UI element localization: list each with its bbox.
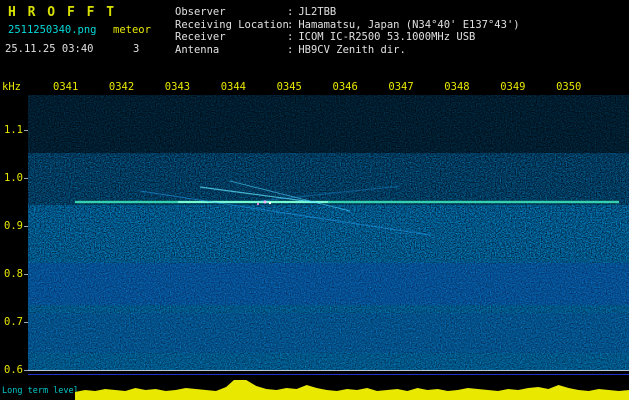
- time-tick-label: 0349: [500, 81, 526, 93]
- time-tick-label: 0348: [444, 81, 470, 93]
- info-value: Hamamatsu, Japan (N34°40' E137°43'): [298, 18, 520, 31]
- signal-level-shape: [75, 380, 629, 400]
- info-label: Antenna: [175, 43, 220, 56]
- time-tick-label: 0341: [53, 81, 79, 93]
- hrofft-window: H R O F F T 2511250340.png meteor 25.11.…: [0, 0, 629, 400]
- freq-tick-label: 0.8: [4, 268, 29, 280]
- info-value: JL2TBB: [298, 6, 337, 18]
- freq-tick-label: 0.6: [4, 364, 29, 376]
- info-label: Receiver: [175, 31, 226, 43]
- info-row-observer: Observer: JL2TBB: [175, 6, 520, 19]
- time-tick-label: 0347: [388, 81, 414, 93]
- meteor-echo-trail: [139, 190, 431, 236]
- time-tick-label: 0344: [220, 81, 246, 93]
- meteor-count: 3: [133, 43, 140, 55]
- info-separator: :: [287, 18, 294, 31]
- time-tick-label: 0343: [164, 81, 191, 93]
- meteor-echo-head: [256, 202, 260, 206]
- spectrogram: [28, 95, 629, 371]
- frequency-axis: 1.1 1.0 0.9 0.8 0.7 0.6: [0, 0, 29, 400]
- info-value: ICOM IC-R2500 53.1000MHz USB: [298, 31, 476, 43]
- footer-note: Long term level: [2, 386, 79, 396]
- info-row-antenna: Antenna: HB9CV Zenith dir.: [175, 44, 520, 57]
- info-value: HB9CV Zenith dir.: [298, 43, 406, 56]
- info-separator: :: [287, 6, 294, 18]
- meteor-echo-head: [268, 201, 272, 205]
- freq-tick-label: 1.1: [4, 124, 29, 136]
- meteor-echo-trail: [229, 180, 351, 212]
- signal-level-strip: [75, 380, 629, 400]
- info-separator: :: [287, 43, 294, 56]
- time-tick-label: 0346: [332, 81, 358, 93]
- time-tick-label: 0350: [556, 81, 582, 93]
- freq-tick-label: 0.9: [4, 220, 29, 232]
- mode-label: meteor: [113, 24, 151, 36]
- meteor-echo-head: [263, 200, 267, 204]
- time-axis: 0341 0342 0343 0344 0345 0346 0347 0348 0349 0350: [0, 81, 629, 93]
- time-tick-label: 0342: [108, 81, 135, 93]
- info-label: Observer: [175, 6, 226, 18]
- baseline-blue: [28, 374, 629, 375]
- info-label: Receiving Location: [175, 18, 289, 31]
- baseline-light: [28, 370, 629, 371]
- freq-tick-label: 1.0: [4, 172, 29, 184]
- info-separator: :: [287, 31, 294, 43]
- station-info: Observer: JL2TBB Receiving Location: Hamam…: [175, 6, 520, 56]
- freq-tick-label: 0.7: [4, 316, 29, 328]
- time-tick-label: 0345: [276, 81, 302, 93]
- spectrogram-traces-layer: [75, 180, 619, 236]
- info-row-receiver: Receiver: ICOM IC-R2500 53.1000MHz USB: [175, 31, 520, 44]
- info-row-location: Receiving Location: Hamamatsu, Japan (N34…: [175, 19, 520, 32]
